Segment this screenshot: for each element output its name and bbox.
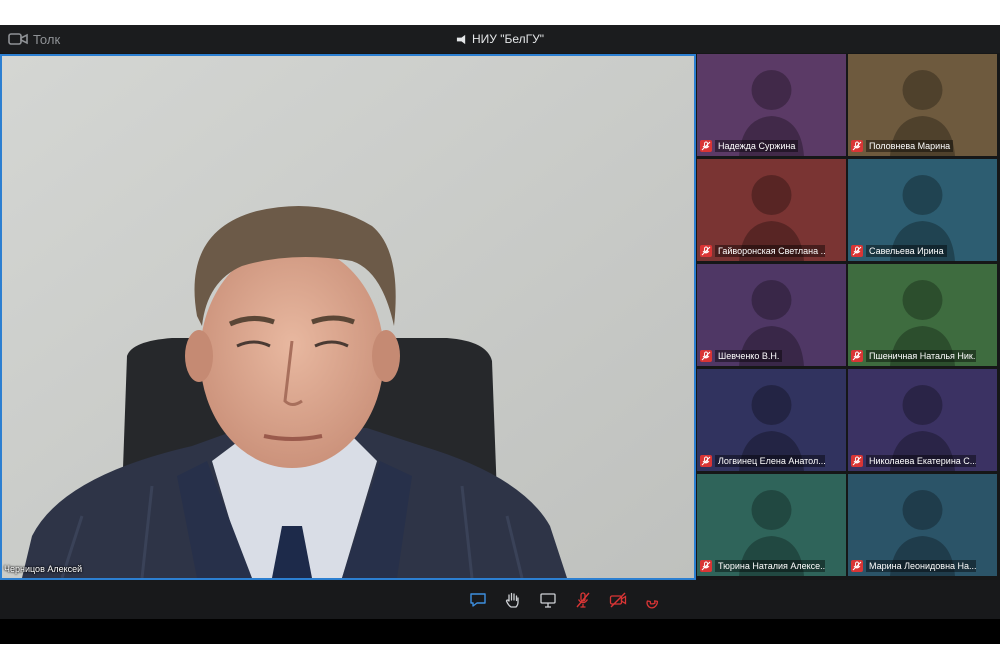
camera-toggle-button[interactable] [608,590,628,610]
participant-tile[interactable]: Шевченко В.Н. [697,264,846,366]
participant-label: Тюрина Наталия Алексе... [700,560,825,572]
hang-up-icon [646,600,659,609]
speaker-video-frame [2,56,694,578]
mic-muted-icon [700,350,712,362]
participant-tile[interactable]: Николаева Екатерина С... [848,369,997,471]
participant-label: Логвинец Елена Анатол... [700,455,825,467]
participants-grid: Надежда Суржина Половнева Марина Гайворо… [697,54,1000,580]
call-controls [468,590,663,614]
participant-name: Шевченко В.Н. [715,350,783,362]
participant-tile[interactable]: Пшеничная Наталья Ник... [848,264,997,366]
participant-tile[interactable]: Марина Леонидовна На... [848,474,997,576]
participant-name: Надежда Суржина [715,140,799,152]
participant-label: Гайворонская Светлана ... [700,245,825,257]
mic-muted-icon [700,245,712,257]
participant-name: Марина Леонидовна На... [866,560,976,572]
chat-button[interactable] [468,590,488,610]
raise-hand-icon [505,592,519,608]
participant-tile[interactable]: Надежда Суржина [697,54,846,156]
megaphone-icon [456,34,466,44]
participant-label: Половнева Марина [851,140,954,152]
participant-label: Николаева Екатерина С... [851,455,976,467]
mic-muted-icon [700,140,712,152]
raise-hand-button[interactable] [503,590,523,610]
participant-label: Марина Леонидовна На... [851,560,976,572]
participant-name: Половнева Марина [866,140,954,152]
mic-muted-icon [700,560,712,572]
participant-label: Пшеничная Наталья Ник... [851,350,976,362]
screen-share-button[interactable] [538,590,558,610]
title-bar: Толк НИУ "БелГУ" [0,25,1000,53]
mic-muted-icon [851,455,863,467]
participant-name: Савельева Ирина [866,245,947,257]
participant-name: Николаева Екатерина С... [866,455,976,467]
mic-muted-icon [700,455,712,467]
speaker-name-label: Черницов Алексей [4,564,83,574]
participant-name: Пшеничная Наталья Ник... [866,350,976,362]
participant-tile[interactable]: Тюрина Наталия Алексе... [697,474,846,576]
mic-muted-icon [851,140,863,152]
participant-label: Шевченко В.Н. [700,350,783,362]
participant-tile[interactable]: Савельева Ирина [848,159,997,261]
participant-tile[interactable]: Половнева Марина [848,54,997,156]
bottom-strip [0,619,1000,644]
participant-name: Логвинец Елена Анатол... [715,455,825,467]
mic-muted-icon [851,560,863,572]
screen-share-icon [540,593,556,608]
mic-muted-icon [576,592,590,608]
screen-frame: Толк НИУ "БелГУ" Черницов Алексей Надежд… [0,0,1000,667]
conference-window: Толк НИУ "БелГУ" Черницов Алексей Надежд… [0,25,1000,644]
participant-name: Тюрина Наталия Алексе... [715,560,825,572]
mic-muted-icon [851,350,863,362]
conference-title: НИУ "БелГУ" [0,32,1000,46]
microphone-toggle-button[interactable] [573,590,593,610]
participant-label: Савельева Ирина [851,245,947,257]
participant-tile[interactable]: Логвинец Елена Анатол... [697,369,846,471]
hang-up-button[interactable] [643,590,663,610]
camera-off-icon [609,592,627,608]
mic-muted-icon [851,245,863,257]
participant-name: Гайворонская Светлана ... [715,245,825,257]
participant-label: Надежда Суржина [700,140,799,152]
participant-tile[interactable]: Гайворонская Светлана ... [697,159,846,261]
chat-icon [470,593,486,607]
conference-title-text: НИУ "БелГУ" [471,32,545,46]
main-speaker-video[interactable]: Черницов Алексей [0,54,696,580]
